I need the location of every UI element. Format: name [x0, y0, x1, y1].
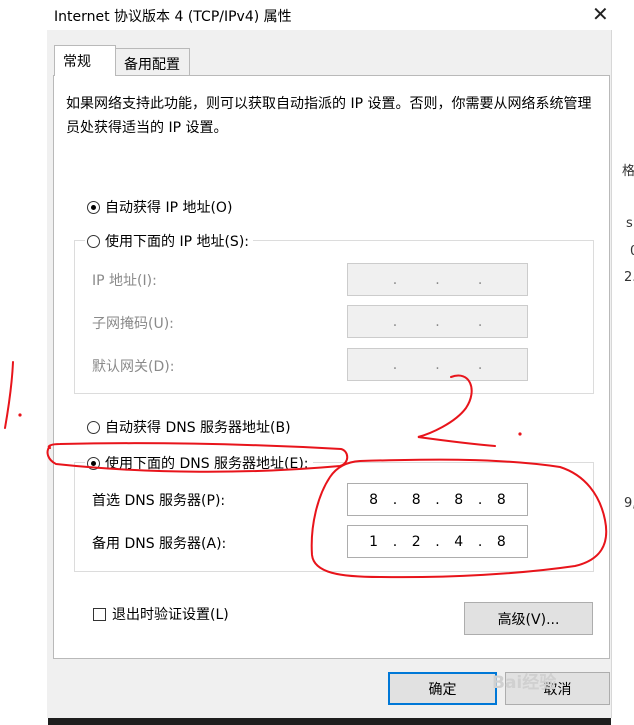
checkbox-icon — [93, 607, 106, 621]
validate-settings-label: 退出时验证设置(L) — [112, 607, 229, 623]
taskbar-edge — [48, 718, 611, 725]
background-window-right: 格 s 0 2. 9, — [611, 30, 634, 725]
watermark: Bai经验 — [492, 673, 557, 693]
ip-address-label: IP 地址(I): — [92, 273, 157, 289]
default-gateway-input: . . . — [347, 348, 528, 381]
radio-unchecked-icon — [87, 420, 100, 434]
auto-ip-radio[interactable]: 自动获得 IP 地址(O) — [87, 197, 232, 217]
auto-ip-label: 自动获得 IP 地址(O) — [105, 200, 233, 216]
preferred-dns-input[interactable]: 8. 8. 8. 8 — [347, 483, 528, 516]
close-icon[interactable]: ✕ — [592, 4, 609, 24]
tcpip-properties-dialog: Internet 协议版本 4 (TCP/IPv4) 属性 ✕ 格 s 0 2.… — [0, 0, 634, 725]
radio-checked-icon — [87, 200, 100, 214]
auto-dns-label: 自动获得 DNS 服务器地址(B) — [105, 420, 291, 436]
auto-dns-radio[interactable]: 自动获得 DNS 服务器地址(B) — [87, 417, 291, 437]
subnet-mask-input: . . . — [347, 305, 528, 338]
background-text: 0 — [630, 244, 634, 259]
manual-dns-radio[interactable]: 使用下面的 DNS 服务器地址(E): — [85, 453, 313, 473]
background-window-left — [0, 30, 47, 725]
preferred-dns-label: 首选 DNS 服务器(P): — [92, 493, 226, 509]
background-text: 2. — [624, 270, 634, 285]
tab-alternate-configuration[interactable]: 备用配置 — [115, 48, 190, 76]
ip-address-input: . . . — [347, 263, 528, 296]
default-gateway-label: 默认网关(D): — [92, 359, 175, 375]
tab-general[interactable]: 常规 — [54, 45, 116, 76]
radio-unchecked-icon — [87, 234, 100, 248]
background-text: s — [626, 216, 633, 231]
radio-checked-icon — [87, 456, 100, 470]
manual-ip-label: 使用下面的 IP 地址(S): — [105, 234, 249, 250]
subnet-mask-label: 子网掩码(U): — [92, 316, 174, 332]
alternate-dns-input[interactable]: 1. 2. 4. 8 — [347, 525, 528, 558]
advanced-button[interactable]: 高级(V)... — [464, 602, 593, 635]
validate-settings-checkbox[interactable]: 退出时验证设置(L) — [93, 604, 229, 624]
manual-ip-radio[interactable]: 使用下面的 IP 地址(S): — [85, 231, 253, 251]
ok-button[interactable]: 确定 — [388, 672, 497, 705]
title-bar: Internet 协议版本 4 (TCP/IPv4) 属性 ✕ — [0, 0, 634, 30]
manual-dns-label: 使用下面的 DNS 服务器地址(E): — [105, 456, 309, 472]
alternate-dns-label: 备用 DNS 服务器(A): — [92, 536, 227, 552]
background-text: 9, — [624, 496, 634, 511]
description-text: 如果网络支持此功能，则可以获取自动指派的 IP 设置。否则，你需要从网络系统管理… — [66, 96, 592, 136]
window-title: Internet 协议版本 4 (TCP/IPv4) 属性 — [54, 9, 292, 25]
background-text: 格 — [622, 164, 634, 179]
